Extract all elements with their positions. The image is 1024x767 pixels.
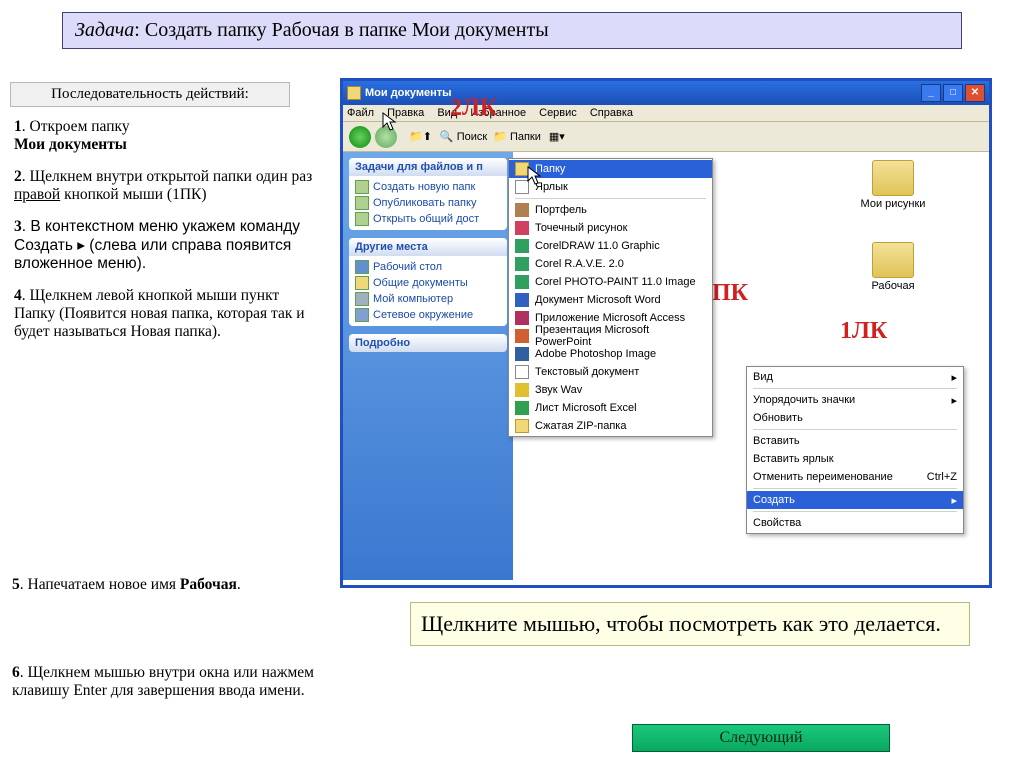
item-label: Мои рисунки: [853, 198, 933, 210]
ctx-arrange[interactable]: Упорядочить значки▸: [747, 391, 963, 409]
up-button[interactable]: 📁⬆: [409, 130, 432, 143]
step-1: 1. Откроем папку Мои документы: [14, 118, 324, 154]
cursor-icon: [382, 112, 398, 132]
submenu-coreldraw[interactable]: CorelDRAW 11.0 Graphic: [509, 237, 712, 255]
submenu-briefcase[interactable]: Портфель: [509, 201, 712, 219]
item-label: Рабочая: [853, 280, 933, 292]
side-details-panel: Подробно: [349, 334, 507, 352]
step-5: 5. Напечатаем новое имя Рабочая.: [12, 576, 327, 594]
hint-box: Щелкните мышью, чтобы посмотреть как это…: [410, 602, 970, 646]
ctx-paste-shortcut[interactable]: Вставить ярлык: [747, 450, 963, 468]
step-6: 6. Щелкнем мышью внутри окна или нажмем …: [12, 664, 327, 700]
create-submenu: Папку Ярлык Портфель Точечный рисунок Co…: [508, 158, 713, 437]
submenu-powerpoint[interactable]: Презентация Microsoft PowerPoint: [509, 327, 712, 345]
side-details-head: Подробно: [349, 334, 507, 352]
side-panel: Задачи для файлов и п Создать новую папк…: [343, 152, 513, 580]
side-places-panel: Другие места Рабочий стол Общие документ…: [349, 238, 507, 326]
side-tasks-head: Задачи для файлов и п: [349, 158, 507, 176]
minimize-button[interactable]: _: [921, 84, 941, 102]
sequence-label: Последовательность действий:: [10, 82, 290, 107]
item-my-pictures[interactable]: Мои рисунки: [853, 160, 933, 210]
side-place-mycomputer[interactable]: Мой компьютер: [349, 291, 507, 307]
task-text: : Создать папку Рабочая в папке Мои доку…: [134, 19, 548, 41]
submenu-zip[interactable]: Сжатая ZIP-папка: [509, 417, 712, 435]
step-2: 2. Щелкнем внутри открытой папки один ра…: [14, 168, 324, 204]
side-place-network[interactable]: Сетевое окружение: [349, 307, 507, 323]
annotation-2lk: 2ЛК: [450, 95, 497, 122]
menu-file[interactable]: Файл: [347, 107, 374, 119]
submenu-word[interactable]: Документ Microsoft Word: [509, 291, 712, 309]
submenu-bitmap[interactable]: Точечный рисунок: [509, 219, 712, 237]
ctx-properties[interactable]: Свойства: [747, 514, 963, 532]
close-button[interactable]: ✕: [965, 84, 985, 102]
submenu-corelrave[interactable]: Corel R.A.V.E. 2.0: [509, 255, 712, 273]
views-button[interactable]: ▦▾: [549, 130, 565, 143]
step-3: 3. В контекстном меню укажем команду Соз…: [14, 218, 324, 273]
menu-bar: Файл Правка Вид Избранное Сервис Справка: [343, 105, 989, 122]
back-button[interactable]: [349, 126, 371, 148]
side-task-create[interactable]: Создать новую папк: [349, 179, 507, 195]
submenu-excel[interactable]: Лист Microsoft Excel: [509, 399, 712, 417]
submenu-corelphoto[interactable]: Corel PHOTO-PAINT 11.0 Image: [509, 273, 712, 291]
side-tasks-panel: Задачи для файлов и п Создать новую папк…: [349, 158, 507, 230]
ctx-create[interactable]: Создать▸: [747, 491, 963, 509]
annotation-1lk: 1ЛК: [840, 318, 887, 345]
task-prefix: Задача: [75, 19, 134, 41]
folder-icon: [347, 86, 361, 100]
folders-button[interactable]: 📁 Папки: [493, 130, 541, 143]
submenu-textdoc[interactable]: Текстовый документ: [509, 363, 712, 381]
ctx-undo[interactable]: Отменить переименованиеCtrl+Z: [747, 468, 963, 486]
step-4: 4. Щелкнем левой кнопкой мыши пункт Папк…: [14, 287, 324, 341]
submenu-wav[interactable]: Звук Wav: [509, 381, 712, 399]
task-box: Задача: Создать папку Рабочая в папке Мо…: [62, 12, 962, 49]
side-place-desktop[interactable]: Рабочий стол: [349, 259, 507, 275]
ctx-paste[interactable]: Вставить: [747, 432, 963, 450]
toolbar: 📁⬆ 🔍 Поиск 📁 Папки ▦▾: [343, 122, 989, 152]
menu-help[interactable]: Справка: [590, 107, 633, 119]
next-button[interactable]: Следующий: [632, 724, 890, 752]
steps-column: 1. Откроем папку Мои документы 2. Щелкне…: [14, 118, 324, 355]
side-places-head: Другие места: [349, 238, 507, 256]
side-place-shared[interactable]: Общие документы: [349, 275, 507, 291]
folder-icon: [872, 242, 914, 278]
maximize-button[interactable]: □: [943, 84, 963, 102]
window-title: Мои документы: [365, 87, 919, 99]
ctx-view[interactable]: Вид▸: [747, 368, 963, 386]
search-button[interactable]: 🔍 Поиск: [440, 130, 487, 143]
menu-service[interactable]: Сервис: [539, 107, 577, 119]
window-titlebar[interactable]: Мои документы _ □ ✕: [343, 81, 989, 105]
cursor-icon: [527, 166, 543, 186]
side-task-share[interactable]: Открыть общий дост: [349, 211, 507, 227]
side-task-publish[interactable]: Опубликовать папку: [349, 195, 507, 211]
ctx-refresh[interactable]: Обновить: [747, 409, 963, 427]
folder-icon: [872, 160, 914, 196]
context-menu: Вид▸ Упорядочить значки▸ Обновить Встави…: [746, 366, 964, 534]
item-rabochaya[interactable]: Рабочая: [853, 242, 933, 292]
